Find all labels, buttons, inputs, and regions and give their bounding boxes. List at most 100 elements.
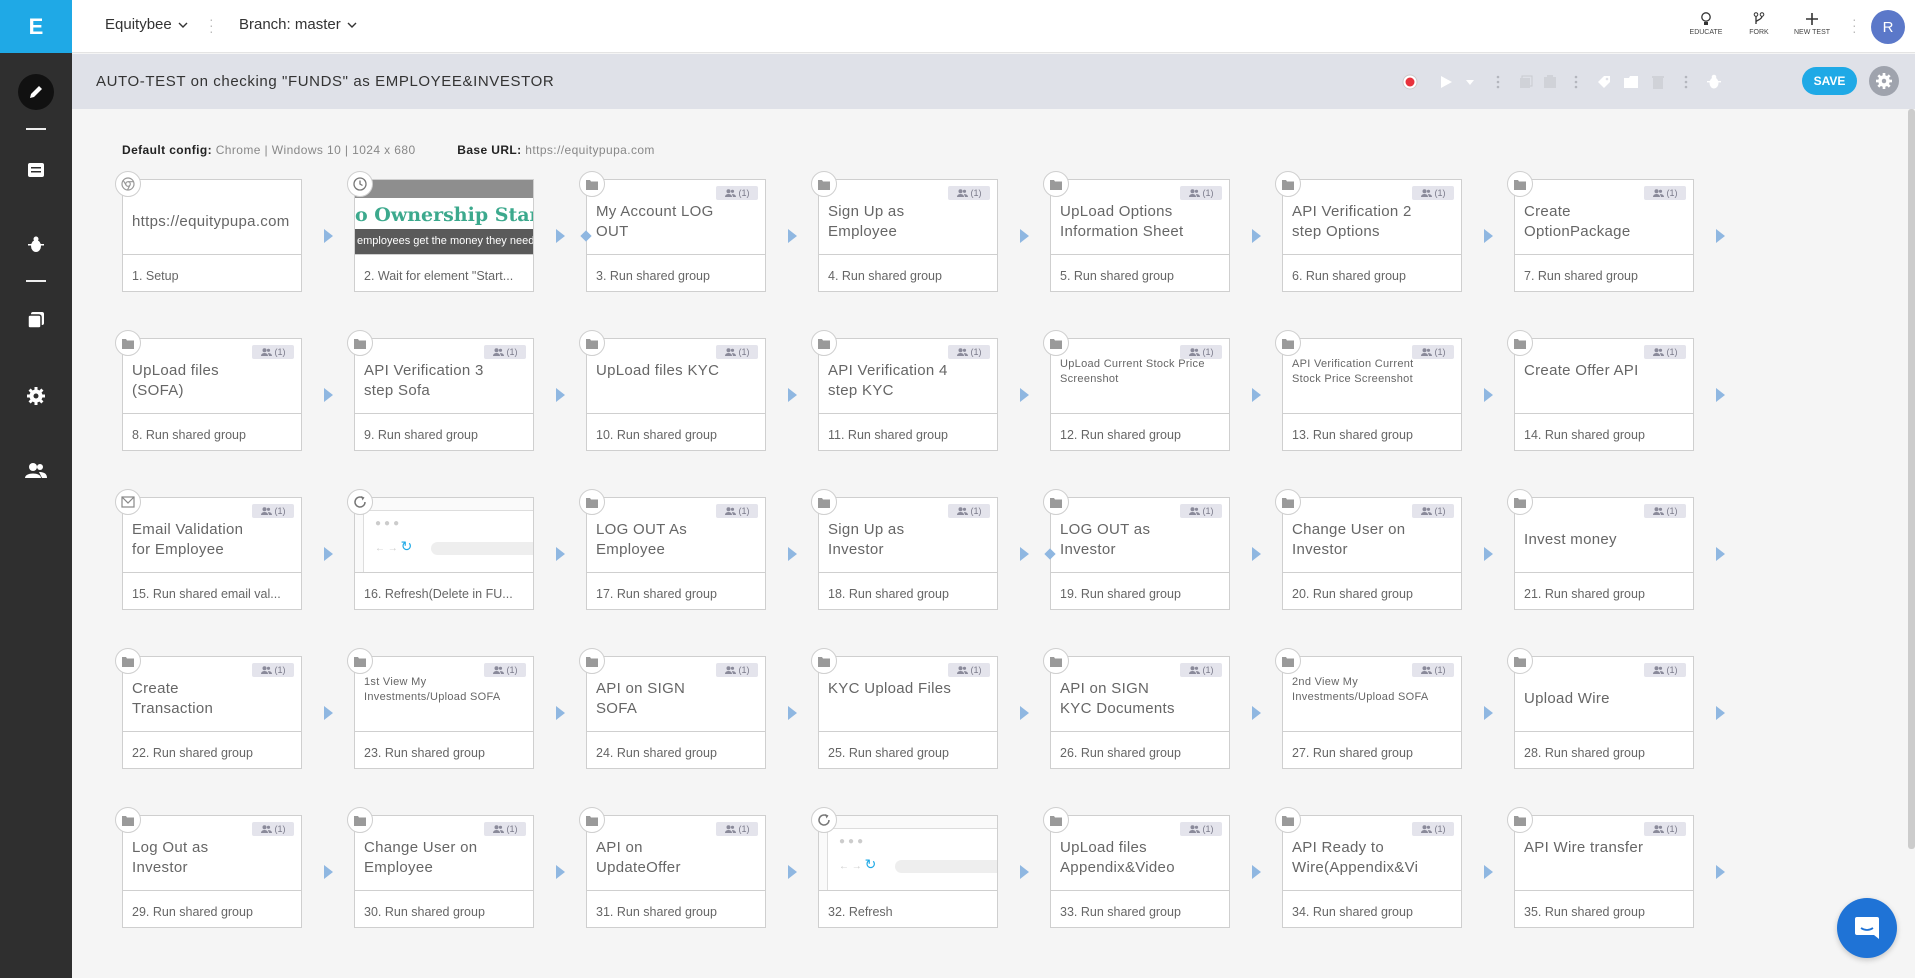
add-step-arrow[interactable] (1716, 865, 1725, 879)
sidebar-item-settings[interactable] (0, 376, 72, 416)
sidebar-item-suites[interactable] (0, 300, 72, 340)
vertical-scrollbar[interactable] (1908, 109, 1915, 849)
app-logo[interactable]: E (0, 0, 72, 53)
step-card[interactable]: API on UpdateOffer (1) 31. Run shared grou… (579, 807, 766, 928)
add-step-arrow[interactable] (556, 865, 565, 879)
step-card[interactable]: Email Validation for Employee (1) 15. Run … (115, 489, 302, 610)
step-card[interactable]: Sign Up as Investor (1) 18. Run shared gro… (811, 489, 998, 610)
add-step-arrow[interactable] (324, 865, 333, 879)
step-card[interactable]: ●●● ← → ↻ 16. Refresh(Delete in FU... (347, 489, 534, 610)
new-test-button[interactable]: NEW TEST (1787, 12, 1837, 36)
step-card[interactable]: My Account LOG OUT (1) 3. Run shared group (579, 171, 766, 292)
step-card[interactable]: Create Offer API (1) 14. Run shared group (1507, 330, 1694, 451)
step-card[interactable]: UpLoad files KYC (1) 10. Run shared group (579, 330, 766, 451)
default-config-value[interactable]: Chrome | Windows 10 | 1024 x 680 (216, 143, 416, 157)
sidebar-item-bugs[interactable] (0, 225, 72, 265)
play-icon[interactable] (1438, 74, 1454, 90)
bug-icon[interactable] (1706, 74, 1722, 90)
sidebar-item-editor[interactable] (0, 72, 72, 112)
add-step-arrow[interactable] (556, 706, 565, 720)
sidebar-item-tests[interactable] (0, 150, 72, 190)
add-step-arrow[interactable] (1484, 547, 1493, 561)
step-card[interactable]: Create OptionPackage API (1) 7. Run shared… (1507, 171, 1694, 292)
add-step-arrow[interactable] (324, 229, 333, 243)
add-step-arrow[interactable] (1716, 388, 1725, 402)
record-icon[interactable] (1402, 74, 1418, 90)
add-step-arrow[interactable] (324, 547, 333, 561)
step-card[interactable]: Log Out as Investor (1) 29. Run shared gro… (115, 807, 302, 928)
add-step-arrow[interactable] (788, 706, 797, 720)
educate-button[interactable]: EDUCATE (1681, 12, 1731, 36)
add-step-arrow[interactable] (1252, 388, 1261, 402)
step-card[interactable]: Sign Up as Employee (1) 4. Run shared grou… (811, 171, 998, 292)
step-card[interactable]: UpLoad files Appendix&Video (1) 33. Run sh… (1043, 807, 1230, 928)
add-step-arrow[interactable] (324, 388, 333, 402)
step-card[interactable]: API Verification 3 step Sofa (1) 9. Run sh… (347, 330, 534, 451)
base-url-value[interactable]: https://equitypupa.com (525, 143, 655, 157)
step-card[interactable]: Invest money (1) 21. Run shared group (1507, 489, 1694, 610)
step-card[interactable]: UpLoad Current Stock Price Screenshot (1)… (1043, 330, 1230, 451)
add-step-arrow[interactable] (1252, 706, 1261, 720)
user-avatar[interactable]: R (1871, 10, 1905, 44)
add-step-arrow[interactable] (1484, 229, 1493, 243)
more-vertical-icon[interactable] (1490, 74, 1506, 90)
step-card[interactable]: 1st View My Investments/Upload SOFA (1) 23… (347, 648, 534, 769)
step-card[interactable]: Change User on Employee (1) 30. Run shared… (347, 807, 534, 928)
step-card[interactable]: API on SIGN KYC Documents (1) 26. Run shar… (1043, 648, 1230, 769)
step-card[interactable]: API Wire transfer (1) 35. Run shared group (1507, 807, 1694, 928)
add-step-arrow[interactable] (788, 865, 797, 879)
sidebar-item-team[interactable] (0, 450, 72, 490)
step-card[interactable]: ●●● ← → ↻ 32. Refresh (811, 807, 998, 928)
branch-selector[interactable]: Branch: master (239, 16, 357, 33)
add-step-arrow[interactable] (788, 229, 797, 243)
test-title[interactable]: AUTO-TEST on checking "FUNDS" as EMPLOYE… (96, 73, 554, 90)
step-card[interactable]: LOG OUT as Investor (1) 19. Run shared gro… (1043, 489, 1230, 610)
add-step-arrow[interactable] (788, 547, 797, 561)
step-card[interactable]: API on SIGN SOFA (1) 24. Run shared group (579, 648, 766, 769)
folder-settings-icon[interactable] (1623, 74, 1639, 90)
add-step-arrow[interactable] (1020, 388, 1029, 402)
step-card[interactable]: Create Transaction (1) 22. Run shared grou… (115, 648, 302, 769)
add-step-arrow[interactable] (1484, 388, 1493, 402)
step-card[interactable]: API Verification 2 step Options (1) 6. Run… (1275, 171, 1462, 292)
fork-button[interactable]: FORK (1734, 12, 1784, 36)
delete-icon[interactable] (1650, 74, 1666, 90)
copy-step-icon[interactable] (1518, 74, 1534, 90)
step-card[interactable]: LOG OUT As Employee (1) 17. Run shared gro… (579, 489, 766, 610)
step-card[interactable]: KYC Upload Files (1) 25. Run shared group (811, 648, 998, 769)
add-step-arrow[interactable] (556, 547, 565, 561)
add-step-arrow[interactable] (1252, 547, 1261, 561)
add-step-arrow[interactable] (1020, 865, 1029, 879)
add-step-arrow[interactable] (1252, 865, 1261, 879)
add-step-arrow[interactable] (1252, 229, 1261, 243)
step-card[interactable]: UpLoad Options Information Sheet (1) 5. Ru… (1043, 171, 1230, 292)
add-step-arrow[interactable] (324, 706, 333, 720)
more-vertical-icon[interactable] (1678, 74, 1694, 90)
add-step-arrow[interactable] (1484, 865, 1493, 879)
step-card[interactable]: 2nd View My Investments/Upload SOFA (1) 27… (1275, 648, 1462, 769)
step-card[interactable]: API Verification 4 step KYC (1) 11. Run sh… (811, 330, 998, 451)
step-card[interactable]: Upload Wire (1) 28. Run shared group (1507, 648, 1694, 769)
group-step-icon[interactable] (1542, 74, 1558, 90)
step-card[interactable]: API Ready to Wire(Appendix&Vid... (1) 34. … (1275, 807, 1462, 928)
add-step-arrow[interactable] (1020, 706, 1029, 720)
add-step-arrow[interactable] (1484, 706, 1493, 720)
step-card[interactable]: Change User on Investor (1) 20. Run shared… (1275, 489, 1462, 610)
add-step-arrow[interactable] (788, 388, 797, 402)
step-card[interactable]: https://equitypupa.com 1. Setup (115, 171, 302, 292)
chat-support-button[interactable] (1837, 898, 1897, 958)
project-selector[interactable]: Equitybee (105, 16, 188, 33)
add-step-arrow[interactable] (1716, 547, 1725, 561)
test-settings-button[interactable] (1869, 66, 1899, 96)
add-step-arrow[interactable] (1020, 547, 1029, 561)
step-card[interactable]: API Verification Current Stock Price Scr… (1275, 330, 1462, 451)
step-card[interactable]: o Ownership Star employees get the money … (347, 171, 534, 292)
add-step-arrow[interactable] (1020, 229, 1029, 243)
step-card[interactable]: UpLoad files (SOFA) (1) 8. Run shared grou… (115, 330, 302, 451)
save-button[interactable]: SAVE (1802, 67, 1857, 95)
add-step-arrow[interactable] (556, 388, 565, 402)
add-step-arrow[interactable] (1716, 706, 1725, 720)
tag-icon[interactable] (1596, 74, 1612, 90)
play-options-chevron-icon[interactable] (1462, 74, 1478, 90)
more-vertical-icon[interactable] (1568, 74, 1584, 90)
